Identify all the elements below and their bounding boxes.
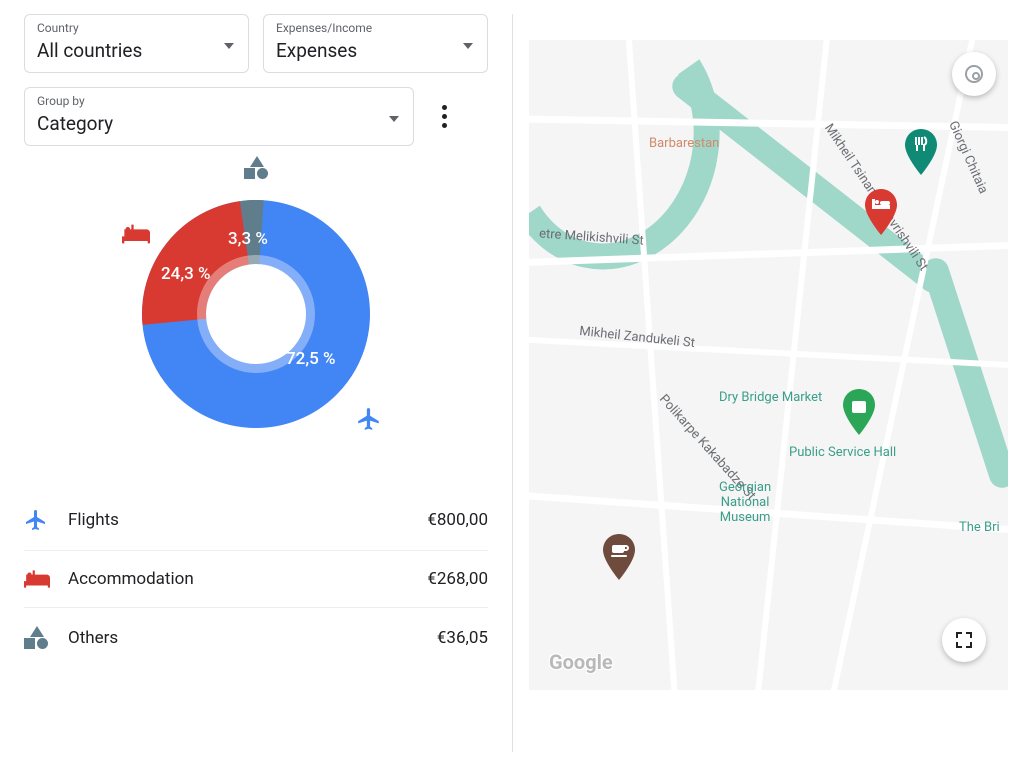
donut-label-accommodation: 24,3 % — [161, 264, 211, 284]
country-dropdown[interactable]: Country All countries — [24, 14, 249, 73]
map-label: Georgian National Museum — [719, 480, 771, 525]
map-pin-cafe[interactable] — [602, 534, 636, 580]
expand-icon — [954, 630, 974, 650]
legend-name: Flights — [68, 510, 427, 530]
more-options-button[interactable] — [432, 101, 456, 133]
shapes-icon — [244, 156, 268, 180]
map-pin-shopping[interactable] — [842, 389, 876, 435]
country-value: All countries — [37, 39, 236, 62]
groupby-value: Category — [37, 112, 401, 135]
map-pin-hotel[interactable] — [864, 189, 898, 235]
bed-icon — [24, 570, 68, 588]
target-icon — [965, 65, 983, 83]
shapes-icon — [24, 626, 68, 650]
groupby-label: Group by — [37, 94, 401, 108]
groupby-dropdown[interactable]: Group by Category — [24, 87, 414, 146]
expense-type-label: Expenses/Income — [276, 21, 475, 35]
legend-name: Others — [68, 628, 437, 648]
legend-row-others[interactable]: Others €36,05 — [24, 608, 488, 668]
legend-row-accommodation[interactable]: Accommodation €268,00 — [24, 551, 488, 608]
chevron-down-icon — [463, 43, 473, 49]
legend-amount: €268,00 — [427, 569, 488, 589]
map-pin-restaurant[interactable] — [904, 129, 938, 175]
legend-amount: €800,00 — [427, 510, 488, 530]
chevron-down-icon — [224, 43, 234, 49]
country-label: Country — [37, 21, 236, 35]
locate-me-button[interactable] — [952, 52, 996, 96]
map-label: Dry Bridge Market — [719, 390, 822, 405]
expense-legend: Flights €800,00 Accommodation €268,00 Ot… — [24, 490, 488, 668]
expense-donut-chart: 72,5 % 24,3 % 3,3 % — [24, 164, 488, 464]
fullscreen-button[interactable] — [942, 618, 986, 662]
google-logo: Google — [549, 650, 613, 674]
plane-icon — [24, 508, 68, 532]
legend-name: Accommodation — [68, 569, 427, 589]
expense-type-value: Expenses — [276, 39, 475, 62]
map-label: The Bri — [959, 520, 1000, 535]
legend-amount: €36,05 — [437, 628, 488, 648]
map[interactable]: Barbarestan etre Melikishvili St Mikheil… — [529, 40, 1008, 690]
donut-label-flights: 72,5 % — [286, 349, 336, 369]
chevron-down-icon — [389, 116, 399, 122]
map-label: Public Service Hall — [789, 445, 896, 460]
legend-row-flights[interactable]: Flights €800,00 — [24, 490, 488, 551]
expense-type-dropdown[interactable]: Expenses/Income Expenses — [263, 14, 488, 73]
donut-label-others: 3,3 % — [228, 229, 268, 249]
map-label: Barbarestan — [649, 136, 719, 151]
